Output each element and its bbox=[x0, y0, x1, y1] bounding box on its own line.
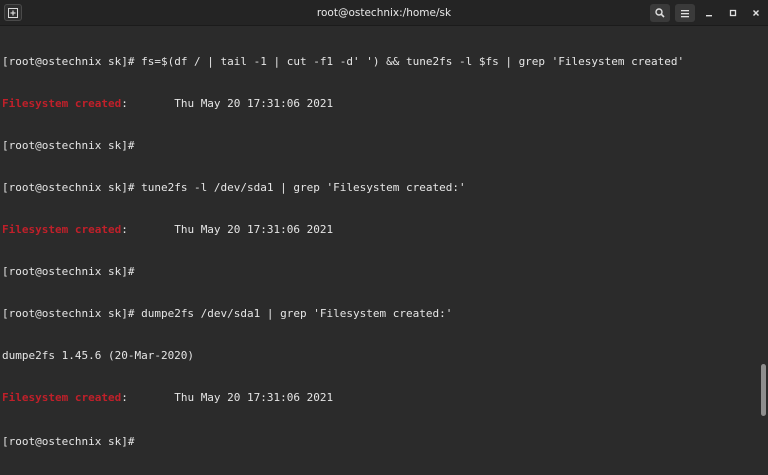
menu-button[interactable] bbox=[675, 4, 695, 22]
shell-prompt: [root@ostechnix sk]# bbox=[2, 139, 142, 152]
command-text: tune2fs -l /dev/sda1 | grep 'Filesystem … bbox=[141, 181, 466, 194]
new-tab-icon bbox=[8, 7, 18, 18]
shell-prompt: [root@ostechnix sk]# bbox=[2, 55, 142, 68]
minimize-button[interactable] bbox=[702, 6, 716, 20]
terminal-line: [root@ostechnix sk]# bbox=[2, 265, 758, 279]
scrollbar-thumb[interactable] bbox=[761, 364, 766, 416]
close-icon bbox=[753, 10, 759, 16]
terminal-line: Filesystem created: Thu May 20 17:31:06 … bbox=[2, 97, 758, 111]
maximize-icon bbox=[729, 9, 737, 17]
terminal-line: [root@ostechnix sk]# bbox=[2, 433, 758, 448]
title-bar: root@ostechnix:/home/sk bbox=[0, 0, 768, 26]
close-button[interactable] bbox=[749, 6, 763, 20]
search-button[interactable] bbox=[650, 4, 670, 22]
terminal-window: root@ostechnix:/home/sk [root@ostechnix … bbox=[0, 0, 768, 448]
shell-prompt: [root@ostechnix sk]# bbox=[2, 265, 142, 278]
grep-match: Filesystem created bbox=[2, 223, 122, 236]
terminal-line: [root@ostechnix sk]# fs=$(df / | tail -1… bbox=[2, 55, 758, 69]
terminal-line: [root@ostechnix sk]# tune2fs -l /dev/sda… bbox=[2, 181, 758, 195]
shell-prompt: [root@ostechnix sk]# bbox=[2, 435, 142, 448]
shell-prompt: [root@ostechnix sk]# bbox=[2, 307, 142, 320]
grep-match: Filesystem created bbox=[2, 391, 122, 404]
vertical-scrollbar[interactable] bbox=[759, 26, 768, 416]
terminal-line: [root@ostechnix sk]# dumpe2fs /dev/sda1 … bbox=[2, 307, 758, 321]
terminal-line: Filesystem created: Thu May 20 17:31:06 … bbox=[2, 223, 758, 237]
maximize-button[interactable] bbox=[726, 6, 740, 20]
grep-match: Filesystem created bbox=[2, 97, 122, 110]
terminal-line: Filesystem created: Thu May 20 17:31:06 … bbox=[2, 391, 758, 405]
command-text: fs=$(df / | tail -1 | cut -f1 -d' ') && … bbox=[141, 55, 685, 68]
search-icon bbox=[655, 8, 665, 18]
output-text: : Thu May 20 17:31:06 2021 bbox=[121, 97, 334, 110]
output-text: dumpe2fs 1.45.6 (20-Mar-2020) bbox=[2, 349, 195, 362]
text-cursor bbox=[141, 433, 147, 445]
command-text: dumpe2fs /dev/sda1 | grep 'Filesystem cr… bbox=[141, 307, 453, 320]
shell-prompt: [root@ostechnix sk]# bbox=[2, 181, 142, 194]
output-text: : Thu May 20 17:31:06 2021 bbox=[121, 223, 334, 236]
output-text: : Thu May 20 17:31:06 2021 bbox=[121, 391, 334, 404]
terminal-line: dumpe2fs 1.45.6 (20-Mar-2020) bbox=[2, 349, 758, 363]
terminal-output[interactable]: [root@ostechnix sk]# fs=$(df / | tail -1… bbox=[0, 26, 758, 448]
new-tab-button[interactable] bbox=[4, 4, 22, 21]
hamburger-menu-icon bbox=[681, 9, 689, 17]
terminal-line: [root@ostechnix sk]# bbox=[2, 139, 758, 153]
minimize-icon bbox=[706, 15, 712, 17]
